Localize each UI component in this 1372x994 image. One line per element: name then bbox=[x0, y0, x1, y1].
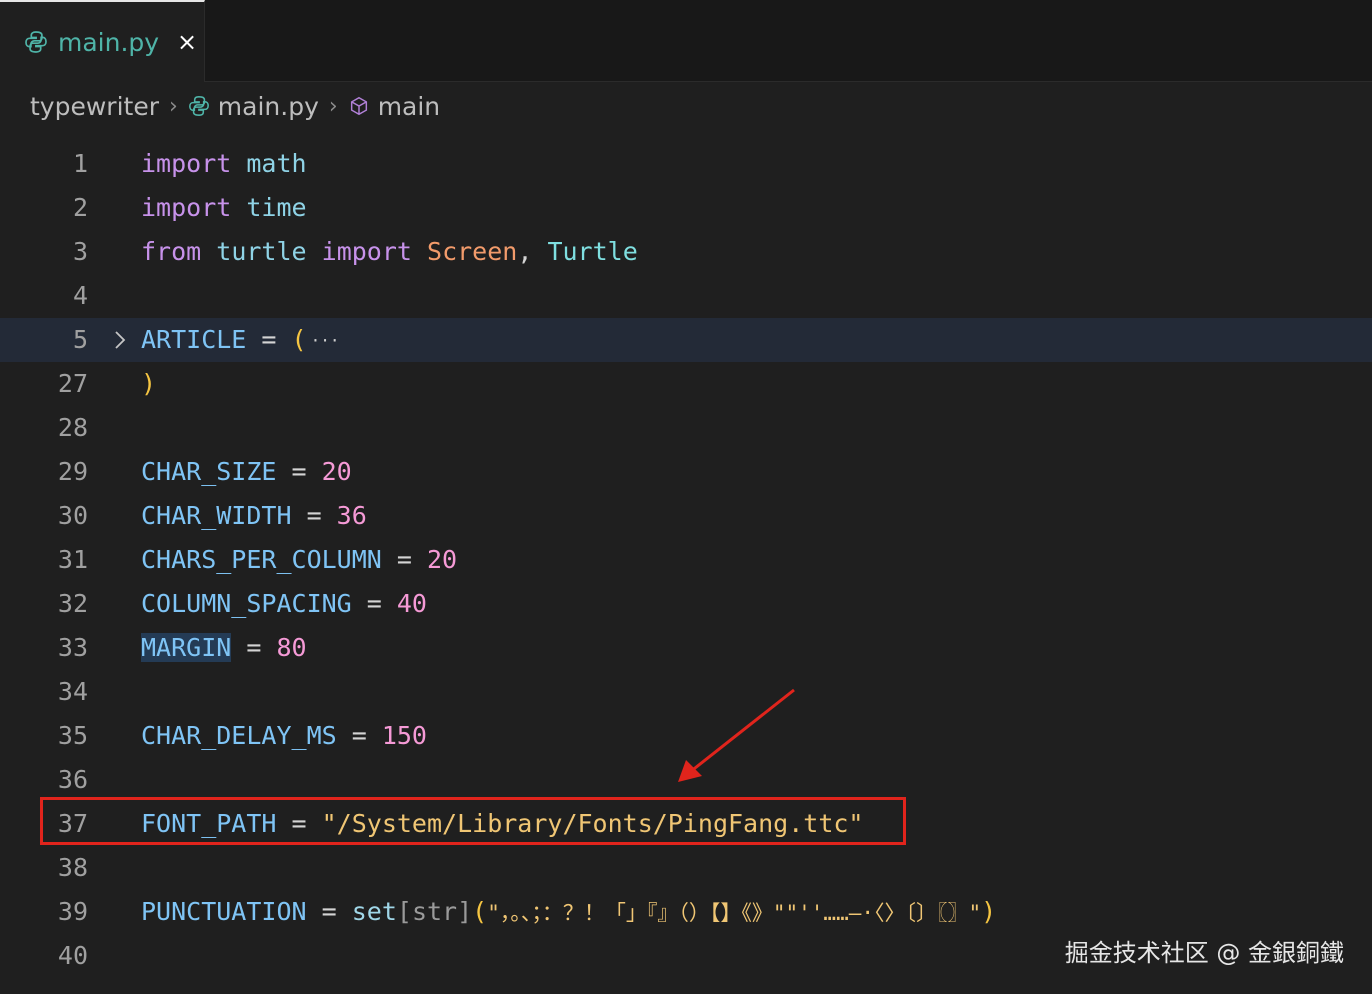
code-editor[interactable]: 1 import math 2 import time 3 from turtl… bbox=[0, 142, 1372, 994]
folded-ellipsis[interactable]: ··· bbox=[311, 319, 340, 363]
code-text: import math bbox=[141, 149, 307, 178]
line-number: 2 bbox=[72, 193, 88, 222]
code-line[interactable]: 33 MARGIN = 80 bbox=[0, 626, 1372, 670]
line-number: 34 bbox=[57, 677, 88, 706]
tab-main-py[interactable]: main.py × bbox=[0, 0, 205, 82]
code-text: CHAR_SIZE = 20 bbox=[141, 457, 352, 486]
breadcrumb: typewriter › main.py › main bbox=[30, 84, 440, 128]
code-line[interactable]: 3 from turtle import Screen, Turtle bbox=[0, 230, 1372, 274]
code-line[interactable]: 31 CHARS_PER_COLUMN = 20 bbox=[0, 538, 1372, 582]
chevron-right-icon: › bbox=[168, 93, 178, 119]
close-icon[interactable]: × bbox=[175, 28, 199, 56]
line-number: 4 bbox=[72, 281, 88, 310]
code-line[interactable]: 1 import math bbox=[0, 142, 1372, 186]
tab-label: main.py bbox=[58, 27, 160, 57]
line-number: 28 bbox=[57, 413, 88, 442]
code-line[interactable]: 30 CHAR_WIDTH = 36 bbox=[0, 494, 1372, 538]
code-line[interactable]: 2 import time bbox=[0, 186, 1372, 230]
breadcrumb-symbol[interactable]: main bbox=[378, 92, 440, 121]
line-number: 32 bbox=[57, 589, 88, 618]
code-line[interactable]: 38 bbox=[0, 846, 1372, 890]
code-line[interactable]: 27 ) bbox=[0, 362, 1372, 406]
watermark: 掘金技术社区 @ 金銀銅鐵 bbox=[1064, 939, 1344, 967]
code-line[interactable]: 39 PUNCTUATION = set[str]("，。、；：？！「」『』（）… bbox=[0, 890, 1372, 934]
line-number: 39 bbox=[57, 897, 88, 926]
code-text: ARTICLE = (··· bbox=[141, 318, 339, 363]
line-number: 33 bbox=[57, 633, 88, 662]
code-line[interactable]: 4 bbox=[0, 274, 1372, 318]
symbol-method-icon bbox=[350, 96, 367, 116]
code-text: MARGIN = 80 bbox=[141, 633, 307, 662]
code-text: PUNCTUATION = set[str]("，。、；：？！「」『』（）【】《… bbox=[141, 897, 997, 926]
code-line[interactable]: 28 bbox=[0, 406, 1372, 450]
selected-text[interactable]: MARGIN bbox=[141, 633, 232, 662]
line-number: 29 bbox=[57, 457, 88, 486]
code-line[interactable]: 32 COLUMN_SPACING = 40 bbox=[0, 582, 1372, 626]
annotation-arrow bbox=[678, 688, 795, 782]
line-number: 30 bbox=[57, 501, 88, 530]
code-text: CHAR_WIDTH = 36 bbox=[141, 501, 367, 530]
code-text: CHAR_DELAY_MS = 150 bbox=[141, 721, 427, 750]
breadcrumb-file[interactable]: main.py bbox=[218, 92, 319, 121]
line-number: 38 bbox=[57, 853, 88, 882]
tab-bar: main.py × bbox=[0, 0, 1372, 82]
code-text: COLUMN_SPACING = 40 bbox=[141, 589, 427, 618]
line-number: 35 bbox=[57, 721, 88, 750]
code-text: ) bbox=[141, 369, 157, 398]
code-text: import time bbox=[141, 193, 307, 222]
code-text: from turtle import Screen, Turtle bbox=[141, 237, 638, 266]
chevron-right-icon: › bbox=[328, 93, 338, 119]
code-text: CHARS_PER_COLUMN = 20 bbox=[141, 545, 458, 574]
code-line-current[interactable]: 5 ARTICLE = (··· bbox=[0, 318, 1372, 362]
line-number: 27 bbox=[57, 369, 88, 398]
breadcrumb-folder[interactable]: typewriter bbox=[30, 92, 159, 121]
python-icon bbox=[188, 96, 209, 116]
line-number: 31 bbox=[57, 545, 88, 574]
line-number: 5 bbox=[72, 325, 88, 354]
code-line[interactable]: 29 CHAR_SIZE = 20 bbox=[0, 450, 1372, 494]
line-number: 36 bbox=[57, 765, 88, 794]
line-number: 3 bbox=[72, 237, 88, 266]
fold-chevron-icon[interactable] bbox=[108, 328, 132, 352]
annotation-highlight-box bbox=[40, 797, 906, 845]
python-icon bbox=[25, 31, 47, 53]
line-number: 1 bbox=[72, 149, 88, 178]
line-number: 40 bbox=[57, 941, 88, 970]
